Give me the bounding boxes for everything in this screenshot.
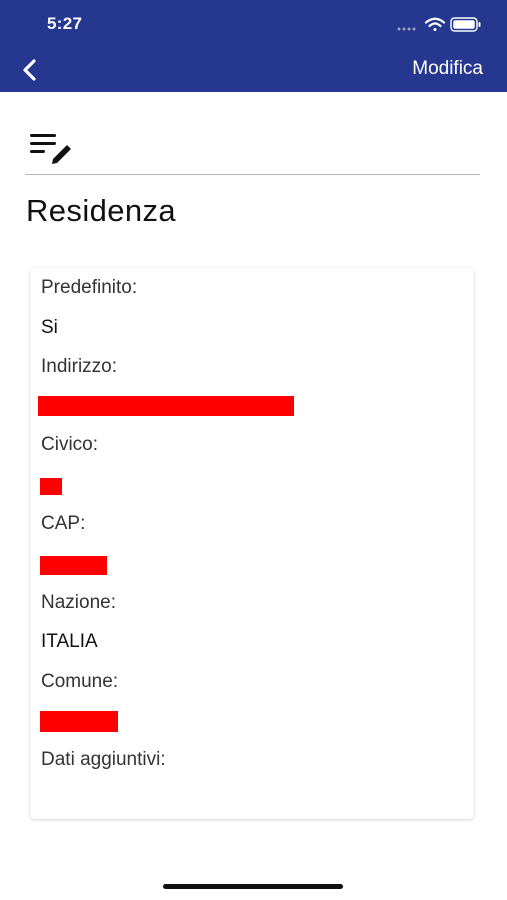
edit-button[interactable]: Modifica <box>412 58 483 80</box>
status-time: 5:27 <box>47 14 83 33</box>
municipality-label: Comune: <box>41 671 119 692</box>
edit-list-icon[interactable] <box>30 132 74 164</box>
municipality-redacted-value <box>40 711 118 732</box>
page-title: Residenza <box>26 193 177 228</box>
wifi-icon <box>424 17 446 31</box>
app-header: 5:27 Modifica <box>0 0 507 92</box>
postal-code-label: CAP: <box>41 513 86 534</box>
default-label: Predefinito: <box>41 277 138 298</box>
country-value: ITALIA <box>41 631 98 652</box>
header-divider <box>25 174 480 175</box>
battery-icon <box>450 17 481 32</box>
home-indicator <box>163 884 343 889</box>
address-redacted-value <box>38 396 294 416</box>
status-icons <box>397 17 481 32</box>
street-number-label: Civico: <box>41 434 99 455</box>
default-value: Si <box>41 317 58 338</box>
back-button[interactable] <box>14 54 46 86</box>
additional-info-label: Dati aggiuntivi: <box>41 749 166 770</box>
street-number-redacted-value <box>40 478 62 495</box>
residence-details-card: Predefinito: Si Indirizzo: Civico: CAP: … <box>30 268 474 819</box>
country-label: Nazione: <box>41 592 116 613</box>
postal-code-redacted-value <box>40 556 107 575</box>
chevron-left-icon <box>23 59 36 81</box>
signal-icon <box>397 27 416 31</box>
address-label: Indirizzo: <box>41 356 118 377</box>
